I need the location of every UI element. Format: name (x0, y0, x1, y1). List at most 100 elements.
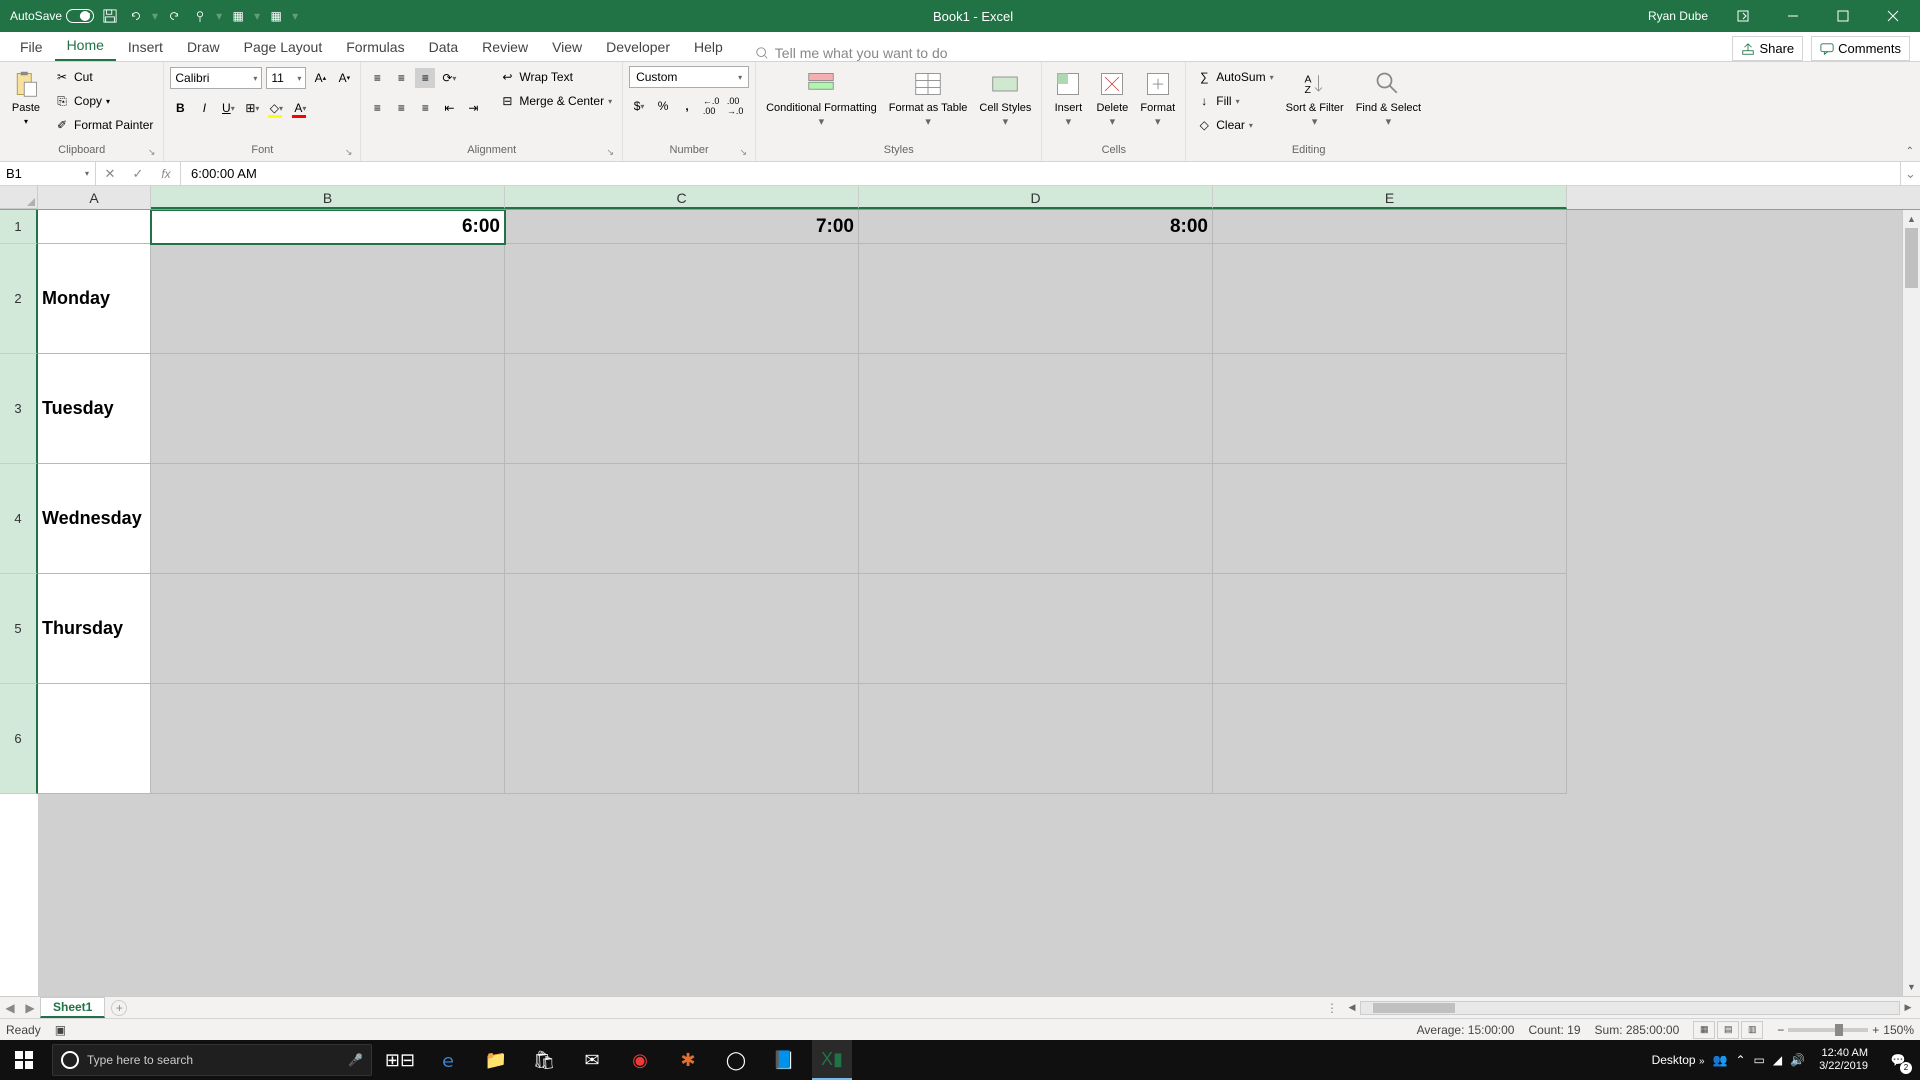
number-launcher-icon[interactable]: ↘ (740, 145, 748, 159)
column-header-E[interactable]: E (1213, 186, 1567, 209)
row-header-6[interactable]: 6 (0, 684, 38, 794)
row-header-3[interactable]: 3 (0, 354, 38, 464)
qat-custom-icon[interactable]: ▦ (228, 6, 248, 26)
cell-A1[interactable] (38, 210, 151, 244)
font-color-button[interactable]: A▾ (290, 98, 310, 118)
zoom-out-icon[interactable]: − (1777, 1023, 1784, 1037)
cell-A6[interactable] (38, 684, 151, 794)
cell-C6[interactable] (505, 684, 859, 794)
ribbon-display-options-icon[interactable] (1720, 0, 1766, 32)
middle-align-icon[interactable]: ≡ (391, 68, 411, 88)
cell-A4[interactable]: Wednesday (38, 464, 151, 574)
volume-icon[interactable]: 🔊 (1790, 1053, 1805, 1067)
insert-cells-button[interactable]: Insert▾ (1048, 66, 1088, 130)
cell-C5[interactable] (505, 574, 859, 684)
close-icon[interactable] (1870, 0, 1916, 32)
vertical-scrollbar[interactable]: ▲ ▼ (1902, 210, 1920, 996)
excel-icon[interactable]: X▮ (812, 1040, 852, 1080)
zoom-slider[interactable] (1788, 1028, 1868, 1032)
tab-draw[interactable]: Draw (175, 33, 232, 61)
wifi-icon[interactable]: ◢ (1773, 1053, 1782, 1067)
cell-D4[interactable] (859, 464, 1213, 574)
cell-styles-button[interactable]: Cell Styles▾ (975, 66, 1035, 130)
find-select-button[interactable]: Find & Select▾ (1352, 66, 1425, 130)
column-header-A[interactable]: A (38, 186, 151, 209)
alignment-launcher-icon[interactable]: ↘ (607, 145, 615, 159)
page-break-view-icon[interactable]: ▥ (1741, 1021, 1763, 1039)
tab-file[interactable]: File (8, 33, 55, 61)
row-header-1[interactable]: 1 (0, 210, 38, 244)
align-right-icon[interactable]: ≡ (415, 98, 435, 118)
macro-recorder-icon[interactable]: ▣ (55, 1023, 66, 1037)
cell-C1[interactable]: 7:00 (505, 210, 859, 244)
zoom-in-icon[interactable]: + (1872, 1023, 1879, 1037)
people-icon[interactable]: 👥 (1713, 1053, 1728, 1067)
qat-custom2-icon[interactable]: ▦ (266, 6, 286, 26)
bold-button[interactable]: B (170, 98, 190, 118)
app-icon-1[interactable]: ✱ (668, 1040, 708, 1080)
orientation-icon[interactable]: ⟳▾ (439, 68, 459, 88)
paste-button[interactable]: Paste ▾ (6, 66, 46, 130)
conditional-formatting-button[interactable]: Conditional Formatting▾ (762, 66, 881, 130)
font-size-select[interactable]: 11▾ (266, 67, 306, 89)
tab-insert[interactable]: Insert (116, 33, 175, 61)
column-header-D[interactable]: D (859, 186, 1213, 209)
cell-E5[interactable] (1213, 574, 1567, 684)
name-box[interactable]: B1▾ (0, 162, 96, 185)
chrome-icon[interactable]: ◯ (716, 1040, 756, 1080)
cell-D5[interactable] (859, 574, 1213, 684)
normal-view-icon[interactable]: ▦ (1693, 1021, 1715, 1039)
row-header-4[interactable]: 4 (0, 464, 38, 574)
cell-B4[interactable] (151, 464, 505, 574)
underline-button[interactable]: U▾ (218, 98, 238, 118)
tab-view[interactable]: View (540, 33, 594, 61)
action-center-icon[interactable]: 💬2 (1882, 1044, 1914, 1076)
share-button[interactable]: Share (1732, 36, 1803, 61)
comma-format-icon[interactable]: , (677, 96, 697, 116)
delete-cells-button[interactable]: Delete▾ (1092, 66, 1132, 130)
cell-B2[interactable] (151, 244, 505, 354)
comments-button[interactable]: Comments (1811, 36, 1910, 61)
tray-chevron-icon[interactable]: ⌃ (1735, 1053, 1745, 1067)
copy-button[interactable]: ⎘Copy ▾ (50, 90, 157, 112)
clipboard-launcher-icon[interactable]: ↘ (148, 145, 156, 159)
cell-C2[interactable] (505, 244, 859, 354)
formula-input[interactable]: 6:00:00 AM (181, 162, 1900, 185)
sort-filter-button[interactable]: AZSort & Filter▾ (1282, 66, 1348, 130)
horizontal-scrollbar[interactable] (1360, 1001, 1900, 1015)
cells-area[interactable]: 6:007:008:00MondayTuesdayWednesdayThursd… (38, 210, 1902, 996)
tab-home[interactable]: Home (55, 31, 116, 61)
hscroll-left-icon[interactable]: ◀ (1344, 1002, 1360, 1013)
cell-B3[interactable] (151, 354, 505, 464)
edge-icon[interactable]: ｅ (428, 1040, 468, 1080)
zoom-level[interactable]: 150% (1883, 1023, 1914, 1037)
tab-formulas[interactable]: Formulas (334, 33, 416, 61)
desktop-toolbar[interactable]: Desktop » (1652, 1053, 1705, 1067)
decrease-font-icon[interactable]: A▾ (334, 68, 354, 88)
cell-D1[interactable]: 8:00 (859, 210, 1213, 244)
microphone-icon[interactable]: 🎤 (348, 1053, 363, 1067)
percent-format-icon[interactable]: % (653, 96, 673, 116)
sheet-nav-next-icon[interactable]: ▶ (25, 1001, 34, 1015)
formula-cancel-icon[interactable]: ✕ (96, 166, 124, 182)
cell-C3[interactable] (505, 354, 859, 464)
cell-A5[interactable]: Thursday (38, 574, 151, 684)
decrease-indent-icon[interactable]: ⇤ (439, 98, 459, 118)
align-left-icon[interactable]: ≡ (367, 98, 387, 118)
clear-button[interactable]: ◇Clear ▾ (1192, 114, 1277, 136)
tab-developer[interactable]: Developer (594, 33, 682, 61)
save-icon[interactable] (100, 6, 120, 26)
wrap-text-button[interactable]: ↩Wrap Text (495, 66, 616, 88)
tab-page-layout[interactable]: Page Layout (232, 33, 335, 61)
file-explorer-icon[interactable]: 📁 (476, 1040, 516, 1080)
row-header-2[interactable]: 2 (0, 244, 38, 354)
cell-E6[interactable] (1213, 684, 1567, 794)
cell-B6[interactable] (151, 684, 505, 794)
cell-C4[interactable] (505, 464, 859, 574)
increase-font-icon[interactable]: A▴ (310, 68, 330, 88)
column-header-B[interactable]: B (151, 186, 505, 209)
sheet-tab-sheet1[interactable]: Sheet1 (40, 997, 105, 1018)
tab-data[interactable]: Data (417, 33, 471, 61)
system-clock[interactable]: 12:40 AM 3/22/2019 (1813, 1047, 1874, 1073)
taskbar-search[interactable]: Type here to search 🎤 (52, 1044, 372, 1076)
